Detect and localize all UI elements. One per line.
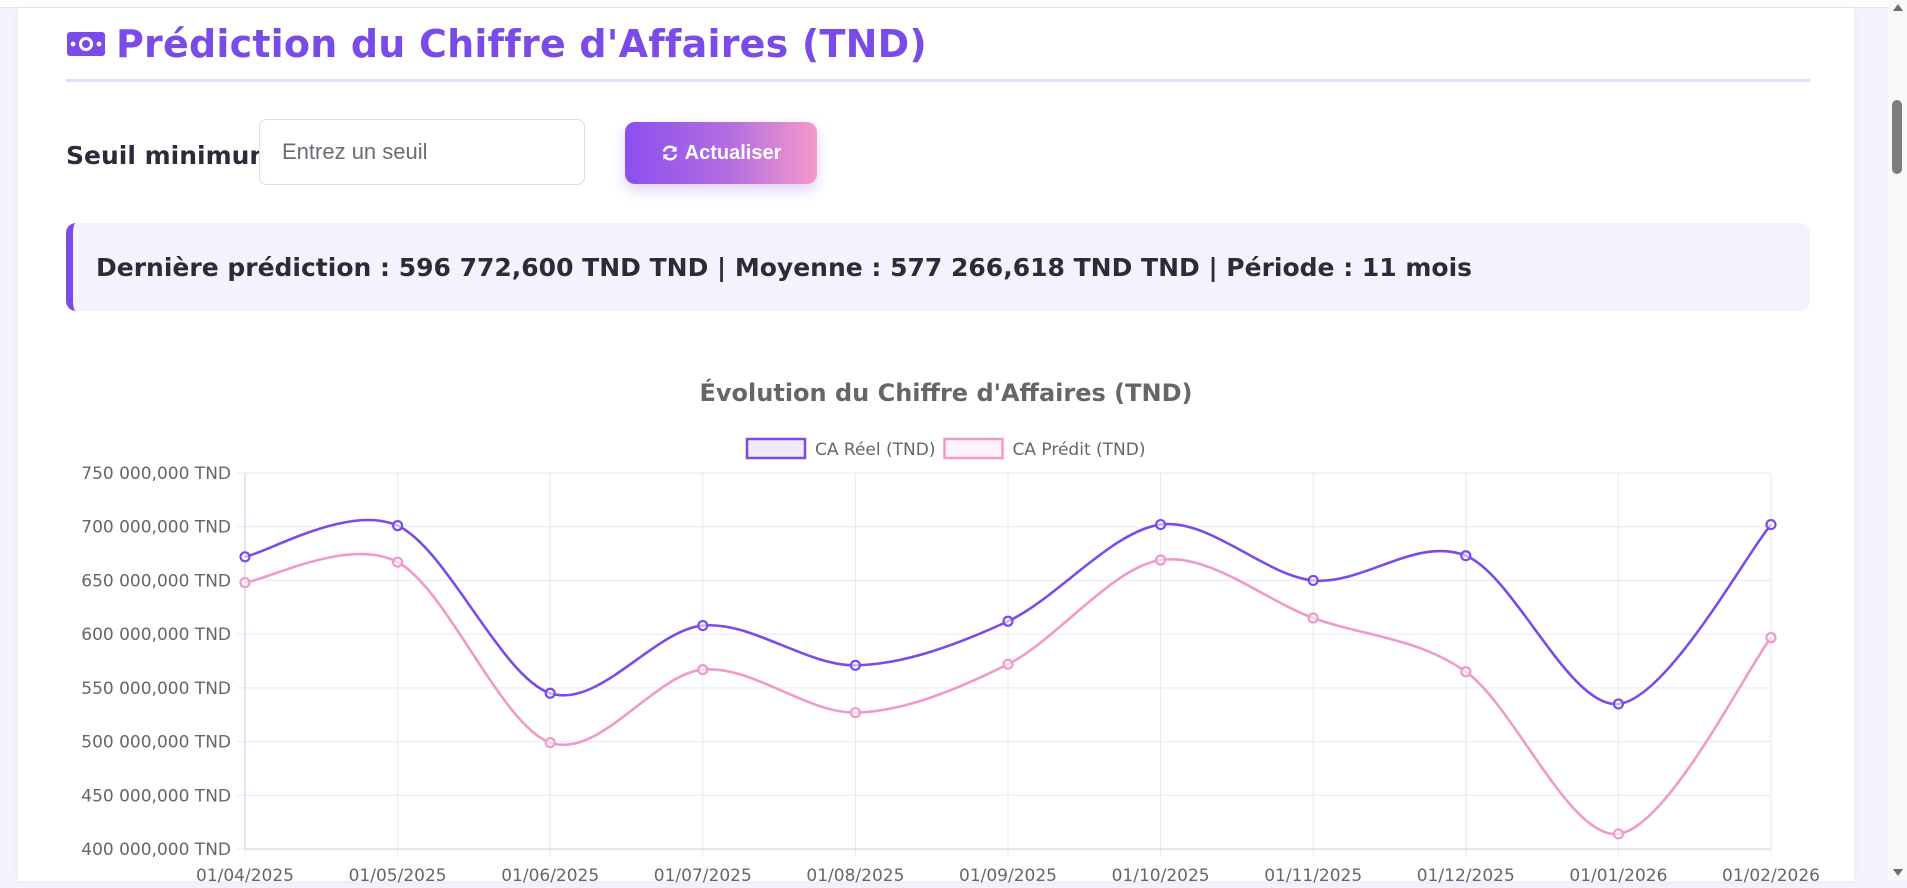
data-point-predicted[interactable] (392, 556, 404, 568)
x-tick-label: 01/06/2025 (501, 866, 599, 886)
legend-swatch-predicted[interactable] (943, 437, 1004, 460)
y-tick-label: 450 000,000 TND (81, 786, 231, 806)
prediction-summary: Dernière prédiction : 596 772,600 TND TN… (66, 223, 1810, 311)
x-tick-label: 01/10/2025 (1112, 866, 1210, 886)
x-tick-label: 01/07/2025 (654, 866, 752, 886)
data-point-predicted[interactable] (1765, 632, 1777, 644)
data-point-predicted[interactable] (1154, 554, 1167, 566)
chart-title: Évolution du Chiffre d'Affaires (TND) (700, 378, 1193, 407)
chart-axes: 750 000,000 TND 700 000,000 TND 650 000,00… (81, 464, 1820, 886)
data-point-real[interactable] (1002, 615, 1014, 627)
summary-text: Dernière prédiction : 596 772,600 TND TN… (96, 252, 1473, 282)
top-border (0, 0, 1907, 8)
x-tick-label: 01/12/2025 (1417, 866, 1515, 886)
y-tick-label: 600 000,000 TND (81, 625, 231, 645)
vertical-scrollbar[interactable] (1888, 0, 1907, 881)
refresh-icon (662, 145, 677, 161)
refresh-button[interactable]: Actualiser (625, 122, 817, 184)
data-point-predicted[interactable] (544, 737, 556, 749)
data-point-predicted[interactable] (1612, 828, 1625, 840)
data-point-predicted[interactable] (1307, 612, 1319, 624)
data-point-predicted[interactable] (697, 663, 709, 676)
data-point-real[interactable] (1154, 518, 1167, 531)
y-tick-label: 700 000,000 TND (81, 518, 231, 538)
y-tick-label: 550 000,000 TND (81, 679, 231, 699)
data-point-real[interactable] (239, 551, 251, 563)
x-tick-label: 01/01/2026 (1569, 866, 1667, 886)
data-point-real[interactable] (1460, 550, 1472, 562)
data-point-predicted[interactable] (239, 576, 251, 589)
revenue-line-chart: Évolution du Chiffre d'Affaires (TND) CA… (81, 378, 1820, 886)
data-point-predicted[interactable] (1002, 658, 1014, 670)
data-point-real[interactable] (544, 687, 556, 699)
data-point-predicted[interactable] (1460, 666, 1472, 678)
title-divider (66, 79, 1810, 82)
scroll-down-arrow-icon[interactable] (1893, 869, 1903, 876)
data-point-real[interactable] (1612, 698, 1625, 710)
x-tick-label: 01/02/2026 (1722, 866, 1820, 886)
money-bill-icon (67, 32, 105, 56)
threshold-input[interactable] (259, 119, 585, 185)
scrollbar-thumb[interactable] (1892, 100, 1902, 174)
legend-label-real[interactable]: CA Réel (TND) (815, 440, 935, 460)
x-tick-label: 01/09/2025 (959, 866, 1057, 886)
data-point-predicted[interactable] (849, 706, 862, 719)
y-tick-label: 750 000,000 TND (81, 464, 231, 484)
x-tick-label: 01/08/2025 (806, 866, 904, 886)
y-tick-label: 650 000,000 TND (81, 571, 231, 591)
x-tick-label: 01/04/2025 (196, 866, 294, 886)
x-tick-label: 01/05/2025 (349, 866, 447, 886)
page-title-text: Prédiction du Chiffre d'Affaires (TND) (116, 22, 927, 66)
legend-label-predicted[interactable]: CA Prédit (TND) (1013, 440, 1146, 460)
legend-swatch-real[interactable] (745, 437, 807, 460)
chart-legend: CA Réel (TND) CA Prédit (TND) (745, 437, 1146, 460)
x-tick-label: 01/11/2025 (1264, 866, 1362, 886)
refresh-button-label: Actualiser (684, 141, 782, 164)
data-point-real[interactable] (1765, 518, 1777, 531)
data-point-real[interactable] (697, 619, 709, 632)
scroll-up-arrow-icon[interactable] (1893, 4, 1903, 11)
y-tick-label: 400 000,000 TND (81, 840, 231, 860)
page-title: Prédiction du Chiffre d'Affaires (TND) (66, 16, 927, 72)
data-point-real[interactable] (392, 520, 404, 532)
y-tick-label: 500 000,000 TND (81, 733, 231, 753)
prediction-card: Prédiction du Chiffre d'Affaires (TND) S… (18, 8, 1854, 886)
data-point-real[interactable] (849, 659, 862, 671)
data-point-real[interactable] (1307, 574, 1319, 587)
